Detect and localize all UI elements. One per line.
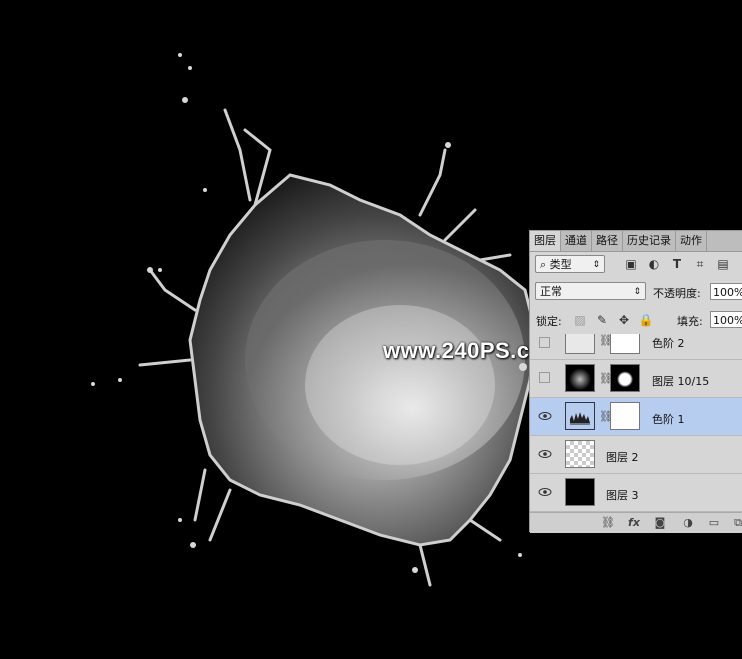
lock-all-icon[interactable]: 🔒: [638, 312, 654, 328]
panel-footer: ⛓ fx ◙ ◑ ▭ ⧉: [530, 512, 742, 533]
updown-arrow-icon: ⇕: [633, 287, 641, 297]
link-icon[interactable]: ⛓: [600, 515, 616, 531]
fill-label: 填充:: [677, 315, 703, 328]
eye-icon[interactable]: [538, 410, 552, 422]
visibility-toggle[interactable]: [539, 337, 550, 348]
adjustment-icon[interactable]: ◑: [680, 515, 696, 531]
layer-name: 图层 2: [606, 451, 639, 464]
visibility-toggle[interactable]: [539, 372, 550, 383]
mask-icon[interactable]: ◙: [652, 515, 668, 531]
levels-adjustment-icon: [565, 402, 595, 430]
filter-kind-value: 类型: [549, 258, 572, 271]
tab-channels[interactable]: 通道: [561, 231, 592, 251]
opacity-field[interactable]: 100%: [710, 283, 742, 300]
blend-mode-value: 正常: [540, 285, 562, 298]
blend-mode-select[interactable]: 正常 ⇕: [535, 282, 646, 300]
opacity-label: 不透明度:: [653, 287, 701, 300]
layer-row[interactable]: ⛓ 色阶 2: [530, 334, 742, 360]
lock-label: 锁定:: [536, 315, 562, 328]
lock-pixels-icon[interactable]: ✎: [594, 312, 610, 328]
layer-thumb: [565, 478, 595, 506]
filter-kind-select[interactable]: ⌕ 类型 ⇕: [535, 255, 605, 273]
shape-filter-icon[interactable]: ⌗: [692, 256, 708, 272]
image-filter-icon[interactable]: ▣: [623, 256, 639, 272]
layer-name: 图层 10/15: [652, 375, 710, 388]
smart-object-filter-icon[interactable]: ▤: [715, 256, 731, 272]
tab-actions[interactable]: 动作: [676, 231, 707, 251]
eye-icon[interactable]: [538, 486, 552, 498]
lock-position-icon[interactable]: ✥: [616, 312, 632, 328]
tab-paths[interactable]: 路径: [592, 231, 623, 251]
layer-row[interactable]: ⛓ 图层 10/15: [530, 360, 742, 398]
fill-field[interactable]: 100%: [710, 311, 742, 328]
layer-name: 色阶 2: [652, 337, 685, 350]
tab-layers[interactable]: 图层: [530, 231, 561, 251]
panel-tabs: 图层 通道 路径 历史记录 动作: [530, 231, 742, 252]
new-layer-icon[interactable]: ⧉: [730, 515, 742, 531]
layer-thumb: [565, 364, 595, 392]
layer-name: 图层 3: [606, 489, 639, 502]
layer-thumb: [565, 440, 595, 468]
layer-row[interactable]: ⛓ 色阶 1: [530, 398, 742, 436]
layer-mask-thumb: [610, 402, 640, 430]
layer-name: 色阶 1: [652, 413, 685, 426]
layers-panel: 图层 通道 路径 历史记录 动作 ⌕ 类型 ⇕ ▣ ◐ T ⌗ ▤ 正常 ⇕ 不…: [529, 230, 742, 533]
type-filter-icon[interactable]: T: [669, 256, 685, 272]
layer-mask-thumb: [610, 364, 640, 392]
eye-icon[interactable]: [538, 448, 552, 460]
layer-row[interactable]: 图层 2: [530, 436, 742, 474]
levels-adjustment-icon: [565, 334, 595, 354]
folder-icon[interactable]: ▭: [706, 515, 722, 531]
tab-history[interactable]: 历史记录: [623, 231, 676, 251]
adjustment-filter-icon[interactable]: ◐: [646, 256, 662, 272]
fx-icon[interactable]: fx: [626, 515, 642, 531]
layer-row[interactable]: 图层 3: [530, 474, 742, 512]
lock-transparency-icon[interactable]: ▨: [572, 312, 588, 328]
search-icon: ⌕: [540, 258, 547, 271]
layer-mask-thumb: [610, 334, 640, 354]
updown-arrow-icon: ⇕: [592, 260, 600, 270]
layers-list: ⛓ 色阶 2 ⛓ 图层 10/15 ⛓ 色阶 1 图层 2 图层 3: [530, 334, 742, 512]
